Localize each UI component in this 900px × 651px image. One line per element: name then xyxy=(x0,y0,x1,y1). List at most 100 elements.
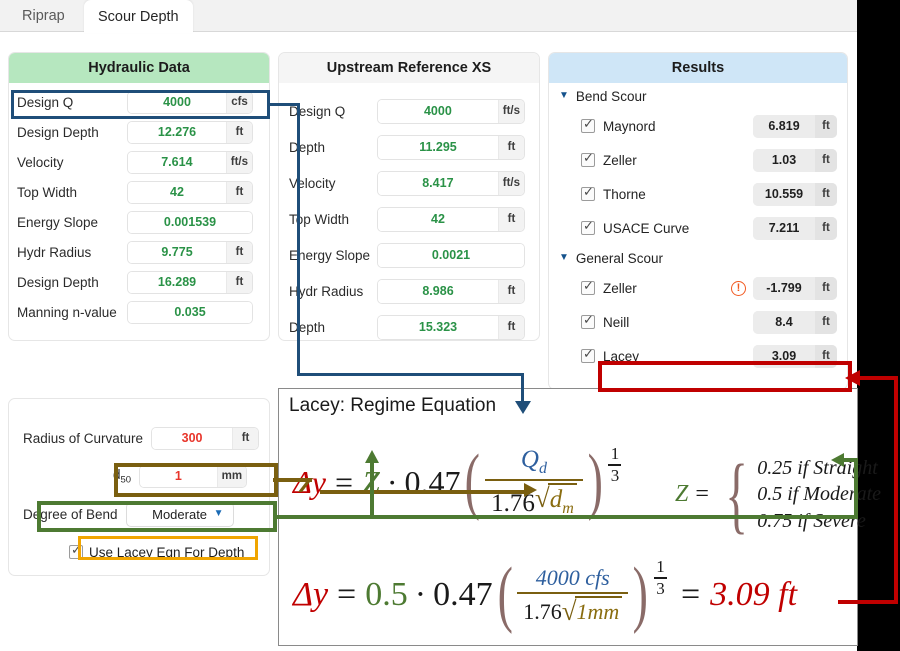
formula-paren-left: ( xyxy=(465,440,481,523)
result-field-zeller-general: -1.799 ft xyxy=(753,276,837,300)
value-design-depth-2[interactable]: 16.289 xyxy=(128,271,226,293)
result-label-usace-curve: USACE Curve xyxy=(603,220,690,236)
value-us-design-q[interactable]: 4000 xyxy=(378,99,498,123)
hydraulic-data-title: Hydraulic Data xyxy=(9,53,269,83)
input-top-width[interactable]: 42 ft xyxy=(127,180,253,204)
numeric-coefficient: 0.47 xyxy=(433,576,493,613)
numeric-paren-left: ( xyxy=(497,553,513,636)
checkbox-usace-curve[interactable] xyxy=(581,218,595,235)
value-energy-slope[interactable]: 0.001539 xyxy=(128,211,252,233)
result-row-zeller-general: Zeller ! -1.799 ft xyxy=(549,271,847,305)
unit-design-depth-2: ft xyxy=(226,271,252,293)
numeric-radical: √ 1mm xyxy=(562,596,623,625)
value-top-width[interactable]: 42 xyxy=(128,181,226,203)
formula-equals: = xyxy=(334,463,354,500)
chevron-down-icon-2[interactable]: ▼ xyxy=(559,253,569,263)
results-group-label-general-scour: General Scour xyxy=(575,250,663,266)
checkbox-maynord[interactable] xyxy=(581,116,595,133)
value-velocity[interactable]: 7.614 xyxy=(128,151,226,173)
numeric-fraction: 4000 cfs 1.76 √ 1mm xyxy=(517,564,629,626)
label-us-hydr-radius: Hydr Radius xyxy=(289,283,364,299)
input-us-depth-1[interactable]: 11.295 ft xyxy=(377,134,525,160)
numeric-denominator: 1.76 √ 1mm xyxy=(517,594,628,625)
label-us-depth-1: Depth xyxy=(289,139,326,155)
result-value-maynord: 6.819 xyxy=(753,114,815,138)
numeric-exponent: 1 3 xyxy=(653,557,667,599)
field-row-us-depth-2: Depth 15.323 ft xyxy=(289,309,529,340)
unit-us-depth-1: ft xyxy=(498,135,524,159)
field-row-us-hydr-radius: Hydr Radius 8.986 ft xyxy=(289,273,529,309)
value-us-depth-1[interactable]: 11.295 xyxy=(378,135,498,159)
tab-riprap[interactable]: Riprap xyxy=(8,0,79,32)
unit-design-depth-1: ft xyxy=(226,121,252,143)
results-group-bend-scour[interactable]: ▼ Bend Scour xyxy=(549,83,847,109)
numeric-exp-den: 3 xyxy=(656,578,665,598)
formula-lhs-delta-y: Δy xyxy=(293,463,326,500)
value-manning-n[interactable]: 0.035 xyxy=(128,301,252,323)
input-us-velocity[interactable]: 8.417 ft/s xyxy=(377,170,525,196)
field-row-hydr-radius: Hydr Radius 9.775 ft xyxy=(17,237,259,267)
tab-scour-depth[interactable]: Scour Depth xyxy=(84,0,193,33)
field-row-design-depth-2: Design Depth 16.289 ft xyxy=(17,267,259,297)
numeric-paren-right: ) xyxy=(633,553,649,636)
value-design-depth-1[interactable]: 12.276 xyxy=(128,121,226,143)
value-us-depth-2[interactable]: 15.323 xyxy=(378,315,498,339)
checkbox-neill[interactable] xyxy=(581,312,595,329)
input-us-top-width[interactable]: 42 ft xyxy=(377,206,525,232)
value-radius-of-curvature[interactable]: 300 xyxy=(152,427,233,449)
unit-hydr-radius: ft xyxy=(226,241,252,263)
input-manning-n[interactable]: 0.035 xyxy=(127,300,253,324)
result-row-maynord: Maynord 6.819 ft xyxy=(549,109,847,143)
result-unit-maynord: ft xyxy=(815,114,837,138)
checkbox-zeller-bend[interactable] xyxy=(581,150,595,167)
result-unit-neill: ft xyxy=(815,310,837,334)
numeric-equals: = xyxy=(337,576,357,613)
numeric-numerator: 4000 cfs xyxy=(535,564,610,590)
lacey-numeric-evaluation: Δy = 0.5 · 0.47 ( 4000 cfs 1.76 √ 1mm) … xyxy=(293,549,853,641)
highlight-box-lacey-result xyxy=(598,361,852,392)
label-top-width: Top Width xyxy=(17,184,78,200)
radical-sign-icon: √ xyxy=(534,483,550,514)
input-hydr-radius[interactable]: 9.775 ft xyxy=(127,240,253,264)
numeric-exp-num: 1 xyxy=(656,557,665,577)
results-group-general-scour[interactable]: ▼ General Scour xyxy=(549,245,847,271)
z-case-moderate: 0.5 if Moderate xyxy=(757,483,882,506)
formula-numerator: Qd xyxy=(520,445,547,477)
warning-icon[interactable]: ! xyxy=(731,280,746,296)
input-us-design-q[interactable]: 4000 ft/s xyxy=(377,98,525,124)
numeric-denom-coef: 1.76 xyxy=(523,599,562,625)
chevron-down-icon[interactable]: ▼ xyxy=(559,91,569,101)
result-label-thorne: Thorne xyxy=(603,186,646,202)
checkbox-thorne[interactable] xyxy=(581,184,595,201)
z-case-straight: 0.25 if Straight xyxy=(757,457,878,479)
label-energy-slope: Energy Slope xyxy=(17,214,99,230)
formula-fraction: Qd 1.76 √ dm xyxy=(485,446,583,519)
value-us-energy-slope[interactable]: 0.0021 xyxy=(378,243,524,267)
input-us-energy-slope[interactable]: 0.0021 xyxy=(377,242,525,268)
input-velocity[interactable]: 7.614 ft/s xyxy=(127,150,253,174)
checkbox-lacey[interactable] xyxy=(581,346,595,363)
value-us-top-width[interactable]: 42 xyxy=(378,207,498,231)
input-energy-slope[interactable]: 0.001539 xyxy=(127,210,253,234)
upstream-reference-xs-panel: Upstream Reference XS Design Q 4000 ft/s… xyxy=(278,52,540,341)
input-us-hydr-radius[interactable]: 8.986 ft xyxy=(377,278,525,304)
value-hydr-radius[interactable]: 9.775 xyxy=(128,241,226,263)
result-row-neill: Neill 8.4 ft xyxy=(549,305,847,339)
value-us-velocity[interactable]: 8.417 xyxy=(378,171,498,195)
tab-bar: Riprap Scour Depth xyxy=(0,0,857,33)
z-definition: Z = { 0.25 if Straight 0.5 if Moderate 0… xyxy=(675,451,882,537)
field-row-us-velocity: Velocity 8.417 ft/s xyxy=(289,165,529,201)
input-us-depth-2[interactable]: 15.323 ft xyxy=(377,314,525,340)
input-design-depth-1[interactable]: 12.276 ft xyxy=(127,120,253,144)
result-value-neill: 8.4 xyxy=(753,310,815,334)
numeric-lhs-delta-y: Δy xyxy=(293,576,329,613)
input-design-depth-2[interactable]: 16.289 ft xyxy=(127,270,253,294)
label-us-depth-2: Depth xyxy=(289,319,326,335)
checkbox-zeller-general[interactable] xyxy=(581,278,595,295)
value-us-hydr-radius[interactable]: 8.986 xyxy=(378,279,498,303)
numeric-z-value: 0.5 xyxy=(365,576,408,613)
result-field-neill: 8.4 ft xyxy=(753,310,837,334)
input-radius-of-curvature[interactable]: 300 ft xyxy=(151,426,260,450)
result-unit-thorne: ft xyxy=(815,182,837,206)
unit-top-width: ft xyxy=(226,181,252,203)
